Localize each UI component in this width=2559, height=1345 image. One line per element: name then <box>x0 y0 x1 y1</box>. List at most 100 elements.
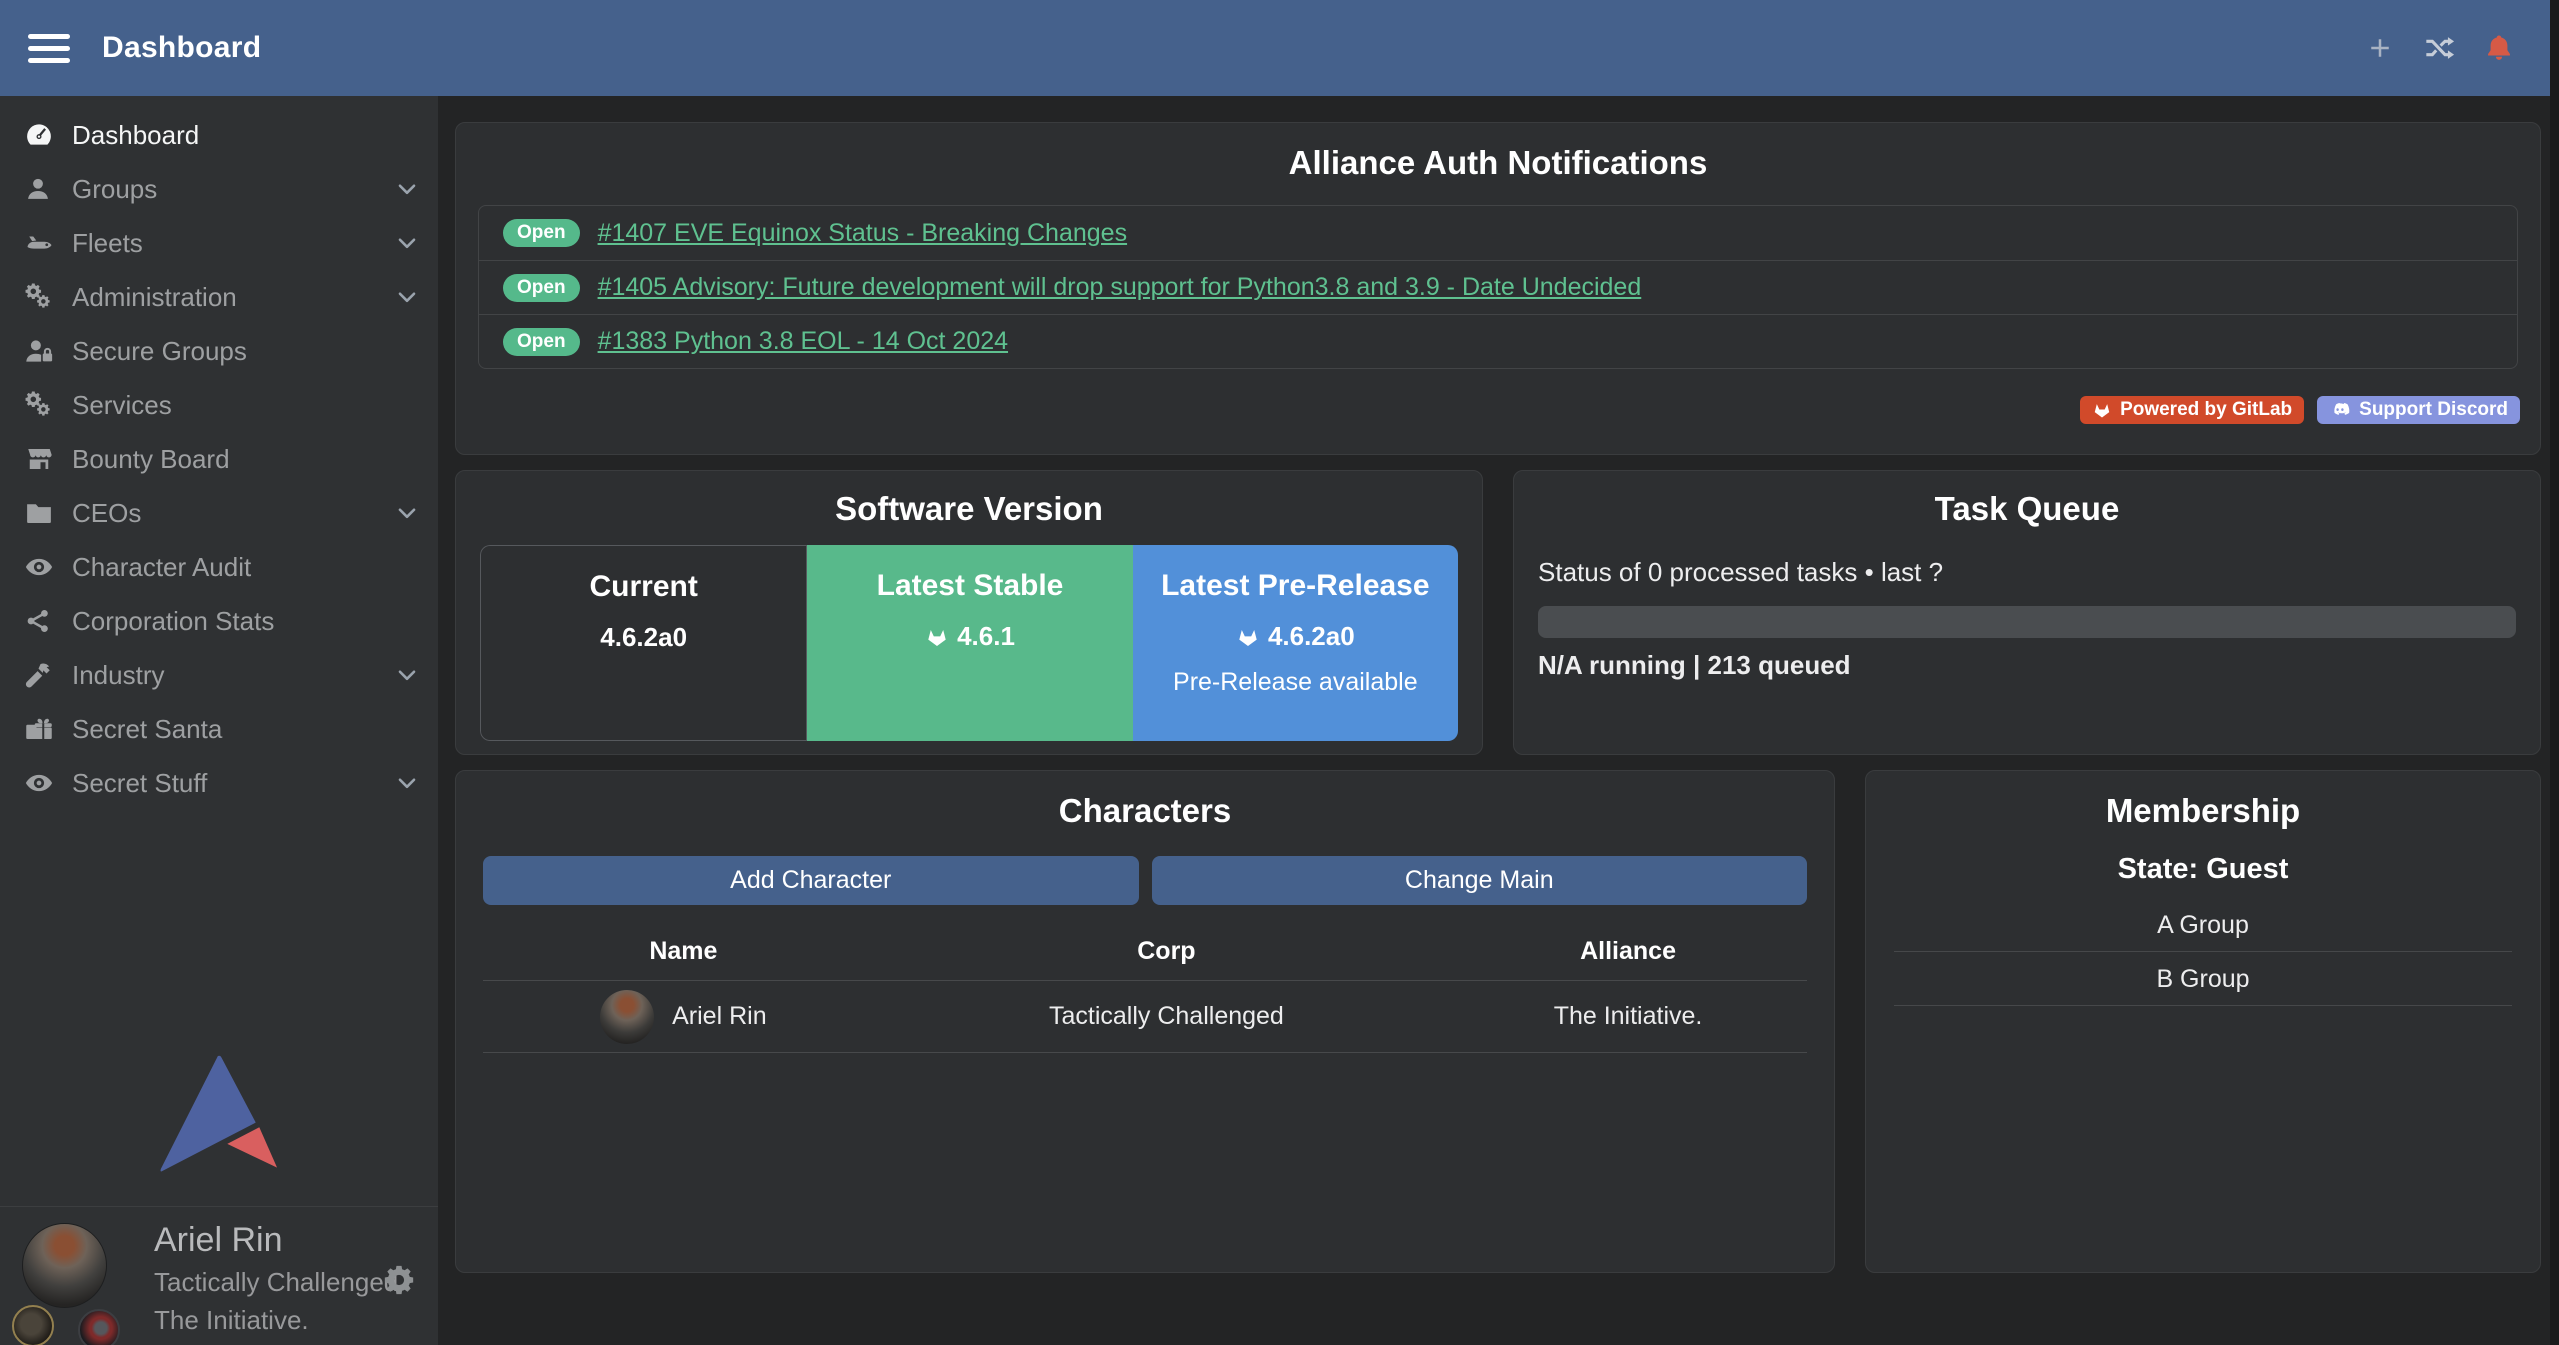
list-item: A Group <box>1894 898 2512 952</box>
sidebar-item-administration[interactable]: Administration <box>0 270 438 324</box>
notification-link[interactable]: #1383 Python 3.8 EOL - 14 Oct 2024 <box>598 327 1008 356</box>
user-corp: Tactically Challenged <box>154 1267 398 1298</box>
gears-icon <box>24 282 60 312</box>
tachometer-icon <box>24 120 60 150</box>
table-row: Ariel Rin Tactically Challenged The Init… <box>483 981 1807 1053</box>
version-prerelease-value: 4.6.2a0 <box>1133 621 1458 652</box>
sidebar-item-corporation-stats[interactable]: Corporation Stats <box>0 594 438 648</box>
sidebar-item-groups[interactable]: Groups <box>0 162 438 216</box>
store-icon <box>24 444 60 474</box>
sidebar-item-label: Administration <box>72 282 237 313</box>
chevron-down-icon <box>394 770 420 796</box>
sidebar-item-label: Services <box>72 390 172 421</box>
sidebar-item-label: CEOs <box>72 498 141 529</box>
membership-state: State: Guest <box>1866 853 2540 886</box>
change-main-button[interactable]: Change Main <box>1152 856 1808 905</box>
sidebar-item-ceos[interactable]: CEOs <box>0 486 438 540</box>
sidebar-item-industry[interactable]: Industry <box>0 648 438 702</box>
version-stable-value: 4.6.1 <box>807 621 1132 652</box>
discord-badge[interactable]: Support Discord <box>2317 396 2520 424</box>
version-stable: Latest Stable 4.6.1 <box>807 545 1132 741</box>
version-current-value: 4.6.2a0 <box>481 622 806 653</box>
add-character-button[interactable]: Add Character <box>483 856 1139 905</box>
sidebar-item-label: Secure Groups <box>72 336 247 367</box>
sidebar-item-label: Dashboard <box>72 120 199 151</box>
sidebar-item-label: Character Audit <box>72 552 251 583</box>
characters-actions: Add Character Change Main <box>483 856 1807 905</box>
sidebar-item-secret-stuff[interactable]: Secret Stuff <box>0 756 438 810</box>
sidebar-item-label: Groups <box>72 174 157 205</box>
share-icon <box>24 607 60 635</box>
hammer-icon <box>24 660 60 690</box>
corp-logo <box>12 1305 54 1345</box>
footer-badges: Powered by GitLab Support Discord <box>2080 396 2520 424</box>
column-header-name: Name <box>483 919 884 981</box>
task-queue-line: N/A running | 213 queued <box>1538 650 2516 681</box>
folder-icon <box>24 498 60 528</box>
settings-gear-icon[interactable] <box>382 1263 416 1297</box>
sidebar-item-fleets[interactable]: Fleets <box>0 216 438 270</box>
eye-icon <box>24 768 60 798</box>
notifications-title: Alliance Auth Notifications <box>478 143 2518 183</box>
character-portrait <box>600 990 654 1044</box>
sidebar-item-label: Secret Stuff <box>72 768 207 799</box>
list-item: B Group <box>1894 952 2512 1006</box>
character-alliance: The Initiative. <box>1449 981 1807 1053</box>
task-status-line: Status of 0 processed tasks • last ? <box>1538 557 2516 588</box>
sidebar-nav: Dashboard Groups <box>0 96 438 810</box>
shuffle-icon[interactable] <box>2423 32 2455 64</box>
gitlab-fox-icon <box>1236 625 1260 649</box>
sidebar-item-secure-groups[interactable]: Secure Groups <box>0 324 438 378</box>
characters-table: Name Corp Alliance Ariel Rin <box>483 919 1807 1053</box>
version-prerelease-heading: Latest Pre-Release <box>1133 569 1458 603</box>
membership-title: Membership <box>1866 791 2540 831</box>
sidebar-item-services[interactable]: Services <box>0 378 438 432</box>
user-avatar <box>22 1223 107 1308</box>
task-queue-title: Task Queue <box>1538 489 2516 529</box>
scrollbar[interactable] <box>2550 0 2559 1345</box>
version-current-heading: Current <box>481 570 806 604</box>
version-current: Current 4.6.2a0 <box>480 545 807 741</box>
topbar: Dashboard <box>0 0 2559 96</box>
plus-icon[interactable] <box>2365 33 2395 63</box>
sidebar-item-label: Bounty Board <box>72 444 230 475</box>
version-prerelease-note: Pre-Release available <box>1133 668 1458 697</box>
chevron-down-icon <box>394 284 420 310</box>
notification-link[interactable]: #1405 Advisory: Future development will … <box>598 273 1642 302</box>
notification-item: Open #1383 Python 3.8 EOL - 14 Oct 2024 <box>479 314 2517 368</box>
sidebar-item-dashboard[interactable]: Dashboard <box>0 108 438 162</box>
jet-icon <box>24 228 60 258</box>
notifications-panel: Alliance Auth Notifications Open #1407 E… <box>455 122 2541 455</box>
status-badge: Open <box>503 219 580 247</box>
column-header-alliance: Alliance <box>1449 919 1807 981</box>
character-name: Ariel Rin <box>672 1002 766 1031</box>
gitlab-badge[interactable]: Powered by GitLab <box>2080 396 2304 424</box>
user-panel: Ariel Rin Tactically Challenged The Init… <box>0 1206 438 1345</box>
user-lock-icon <box>24 336 60 366</box>
alliance-auth-logo <box>0 1055 438 1183</box>
sidebar-item-label: Secret Santa <box>72 714 222 745</box>
app-root: Dashboard <box>0 0 2559 1345</box>
alliance-logo <box>78 1309 120 1345</box>
user-name: Ariel Rin <box>154 1221 398 1260</box>
notification-bell-icon[interactable] <box>2483 32 2515 64</box>
menu-toggle-icon[interactable] <box>28 34 70 63</box>
membership-panel: Membership State: Guest A Group B Group <box>1865 770 2541 1273</box>
avatar-stack <box>22 1223 132 1333</box>
sidebar-item-label: Corporation Stats <box>72 606 274 637</box>
sidebar-item-secret-santa[interactable]: Secret Santa <box>0 702 438 756</box>
status-badge: Open <box>503 328 580 356</box>
chevron-down-icon <box>394 176 420 202</box>
notification-link[interactable]: #1407 EVE Equinox Status - Breaking Chan… <box>598 219 1128 248</box>
sidebar-item-bounty-board[interactable]: Bounty Board <box>0 432 438 486</box>
version-prerelease: Latest Pre-Release 4.6.2a0 Pre-Release a… <box>1133 545 1458 741</box>
sidebar-item-character-audit[interactable]: Character Audit <box>0 540 438 594</box>
user-info: Ariel Rin Tactically Challenged The Init… <box>154 1221 398 1345</box>
notification-item: Open #1407 EVE Equinox Status - Breaking… <box>479 206 2517 260</box>
gitlab-badge-label: Powered by GitLab <box>2120 399 2292 421</box>
version-strip: Current 4.6.2a0 Latest Stable 4.6.1 <box>480 545 1458 741</box>
notification-item: Open #1405 Advisory: Future development … <box>479 260 2517 314</box>
user-alliance: The Initiative. <box>154 1305 398 1336</box>
software-version-panel: Software Version Current 4.6.2a0 Latest … <box>455 470 1483 755</box>
task-progress-bar <box>1538 606 2516 638</box>
